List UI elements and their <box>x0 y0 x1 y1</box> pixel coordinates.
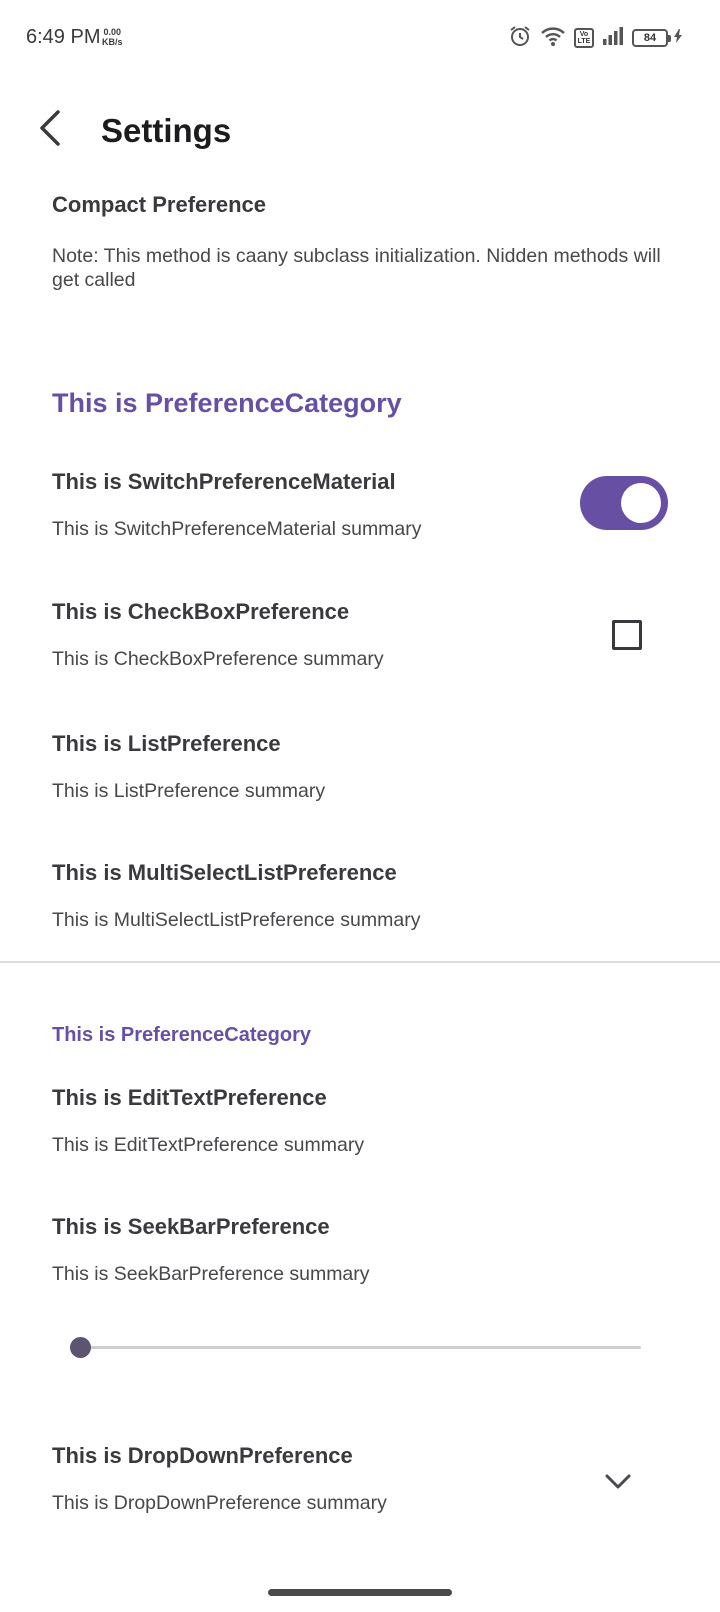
compact-preference-summary: Note: This method is caany subclass init… <box>52 245 661 291</box>
list-preference[interactable]: This is ListPreference This is ListPrefe… <box>0 712 720 822</box>
compact-preference-title: Compact Preference <box>52 192 266 217</box>
compact-preference[interactable]: Compact Preference Note: This method is … <box>0 180 720 310</box>
multi-select-list-preference[interactable]: This is MultiSelectListPreference This i… <box>0 841 720 951</box>
multi-select-list-preference-title: This is MultiSelectListPreference <box>52 860 397 885</box>
wifi-icon <box>540 25 566 52</box>
seekbar-preference-summary: This is SeekBarPreference summary <box>52 1263 370 1285</box>
list-preference-title: This is ListPreference <box>52 731 281 756</box>
edit-text-preference-title: This is EditTextPreference <box>52 1085 327 1110</box>
category-title-1: This is PreferenceCategory <box>52 388 402 418</box>
switch-preference-summary: This is SwitchPreferenceMaterial summary <box>52 518 422 540</box>
edit-text-preference[interactable]: This is EditTextPreference This is EditT… <box>0 1066 720 1176</box>
network-speed-unit: KB/s <box>102 37 123 47</box>
battery-icon: 84 <box>632 29 671 47</box>
seekbar-preference: This is SeekBarPreference This is SeekBa… <box>0 1195 720 1305</box>
chevron-left-icon <box>36 108 64 153</box>
dropdown-preference-title: This is DropDownPreference <box>52 1443 353 1468</box>
seekbar-track[interactable] <box>80 1346 641 1349</box>
signal-icon <box>602 26 624 51</box>
volte-icon: Vo LTE <box>574 28 594 48</box>
page-title: Settings <box>101 112 232 149</box>
switch-preference-title: This is SwitchPreferenceMaterial <box>52 469 396 494</box>
status-icons: Vo LTE 84 <box>508 24 682 52</box>
back-button[interactable] <box>22 102 78 158</box>
chevron-down-icon[interactable] <box>600 1468 636 1496</box>
checkbox-preference-title: This is CheckBoxPreference <box>52 599 350 624</box>
network-speed: 0.00 KB/s <box>102 27 123 47</box>
edit-text-preference-summary: This is EditTextPreference summary <box>52 1134 365 1156</box>
category-divider <box>0 961 720 963</box>
checkbox-preference-summary: This is CheckBoxPreference summary <box>52 648 384 670</box>
material-switch[interactable] <box>580 476 668 530</box>
network-speed-value: 0.00 <box>103 27 122 37</box>
dropdown-preference-summary: This is DropDownPreference summary <box>52 1492 387 1514</box>
seekbar-preference-title: This is SeekBarPreference <box>52 1214 330 1239</box>
category-title-2: This is PreferenceCategory <box>52 1024 311 1046</box>
multi-select-list-preference-summary: This is MultiSelectListPreference summar… <box>52 909 421 931</box>
charging-icon <box>674 28 682 48</box>
seekbar-thumb[interactable] <box>69 1337 91 1358</box>
checkbox[interactable] <box>612 620 642 650</box>
switch-preference[interactable]: This is SwitchPreferenceMaterial This is… <box>0 450 720 560</box>
list-preference-summary: This is ListPreference summary <box>52 780 326 802</box>
switch-thumb <box>621 483 661 523</box>
status-bar: 6:49 PM 0.00 KB/s Vo LTE 84 <box>0 0 720 76</box>
home-indicator[interactable] <box>268 1589 452 1596</box>
checkbox-preference[interactable]: This is CheckBoxPreference This is Check… <box>0 580 720 690</box>
alarm-icon <box>508 24 532 53</box>
status-time: 6:49 PM <box>26 26 101 48</box>
app-bar: Settings <box>0 92 720 172</box>
